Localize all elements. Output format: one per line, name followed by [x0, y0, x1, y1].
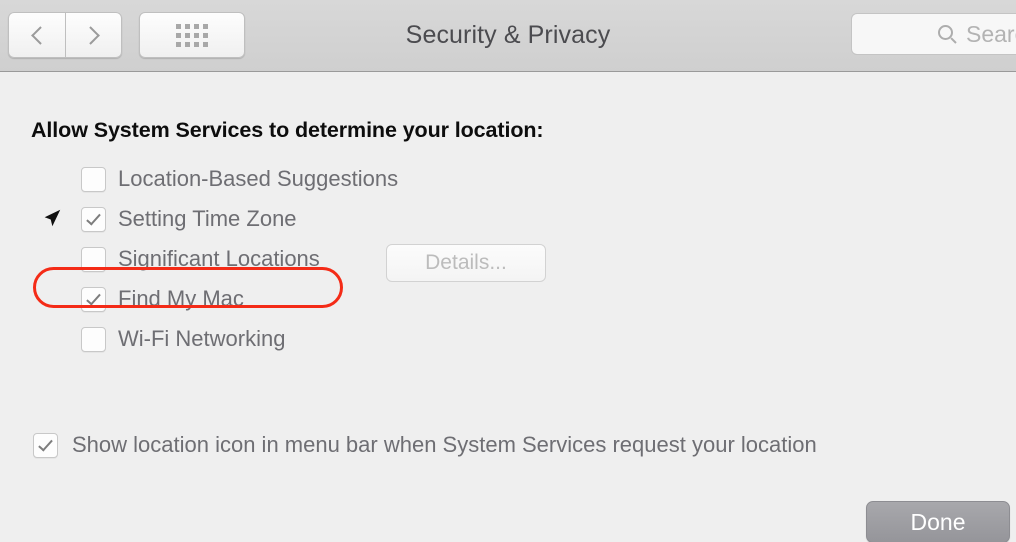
show-location-icon-row[interactable]: Show location icon in menu bar when Syst…	[33, 432, 817, 458]
service-row-find-my-mac[interactable]: Find My Mac	[81, 279, 398, 319]
checkbox-wi-fi-networking[interactable]	[81, 326, 106, 352]
service-label: Setting Time Zone	[118, 206, 297, 231]
checkbox-setting-time-zone[interactable]	[81, 206, 106, 232]
done-button[interactable]: Done	[866, 501, 1010, 542]
content-pane: Allow System Services to determine your …	[0, 72, 1016, 542]
location-arrow-icon	[44, 209, 61, 227]
service-row-location-based-suggestions[interactable]: Location-Based Suggestions	[81, 159, 398, 199]
search-input[interactable]: Search	[851, 13, 1016, 55]
checkbox-find-my-mac[interactable]	[81, 286, 106, 312]
service-label: Find My Mac	[118, 286, 244, 311]
search-placeholder: Search	[966, 20, 1016, 47]
section-heading: Allow System Services to determine your …	[31, 118, 544, 142]
service-label: Location-Based Suggestions	[118, 166, 399, 191]
search-icon	[938, 24, 957, 44]
system-services-list: Location-Based Suggestions Setting Time …	[44, 159, 546, 359]
checkbox-show-location-icon[interactable]	[33, 432, 58, 458]
service-row-setting-time-zone[interactable]: Setting Time Zone	[44, 199, 398, 239]
preferences-window: Security & Privacy Search Allow System S…	[0, 0, 1016, 542]
details-button[interactable]: Details...	[386, 244, 546, 282]
checkbox-location-based-suggestions[interactable]	[81, 166, 106, 192]
show-location-icon-label: Show location icon in menu bar when Syst…	[72, 432, 817, 457]
service-label: Wi-Fi Networking	[118, 326, 286, 351]
service-label: Significant Locations	[118, 246, 320, 271]
service-row-wi-fi-networking[interactable]: Wi-Fi Networking	[81, 319, 398, 359]
window-toolbar: Security & Privacy Search	[0, 0, 1016, 72]
checkbox-significant-locations[interactable]	[81, 246, 106, 272]
service-row-significant-locations[interactable]: Significant Locations Details...	[81, 239, 546, 282]
